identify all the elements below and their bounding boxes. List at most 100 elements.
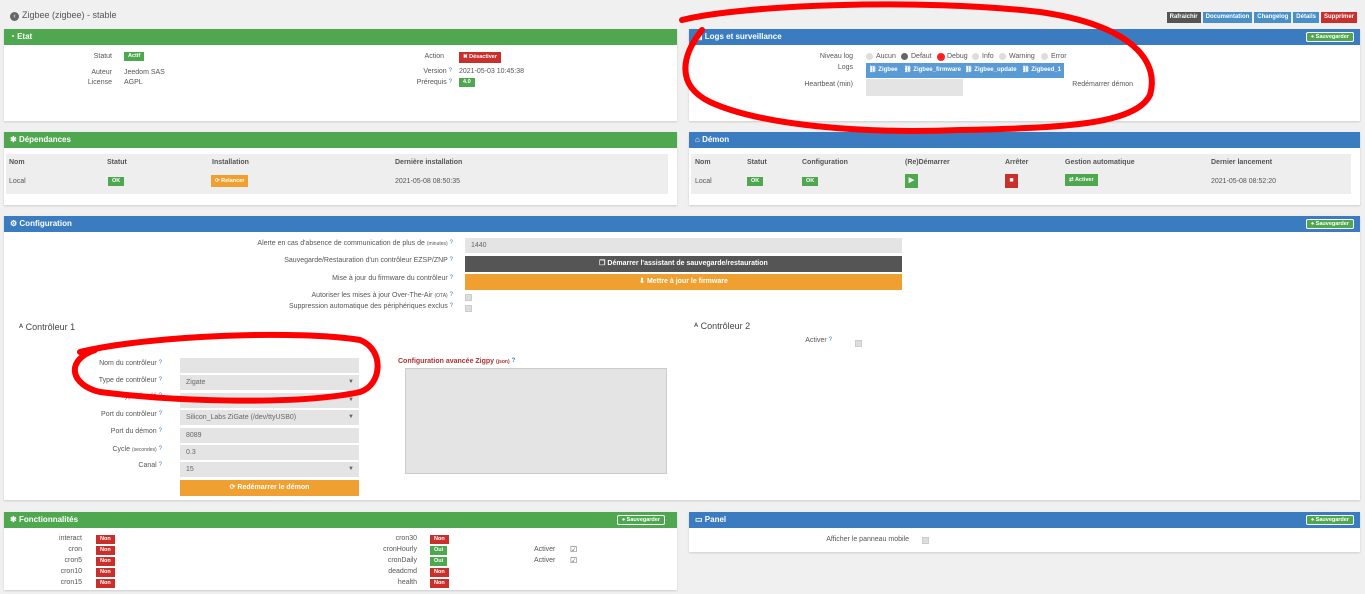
refresh-button[interactable]: Rafraichir [1166, 12, 1201, 23]
cycle-label: Cycle (secondes) ? [112, 446, 163, 453]
dep-status-badge: OK [108, 177, 125, 186]
fonctionnalites-panel: ✱ Fonctionnalités ● Sauvegarder interact… [4, 512, 677, 590]
dependances-header: ✱ Dépendances [4, 132, 677, 148]
delete-button[interactable]: Supprimer [1320, 12, 1357, 23]
prerequis-badge: 4.0 [459, 78, 475, 87]
page-title: ‹ Zigbee (zigbee) - stable [10, 10, 117, 21]
dependances-panel: ✱ Dépendances Nom Statut Installation De… [4, 132, 677, 205]
antenna-icon: ᴬ [19, 322, 24, 332]
heartbeat-input[interactable] [866, 79, 963, 96]
radio-aucun[interactable] [866, 53, 873, 60]
top-toolbar: Rafraichir Documentation Changelog Détai… [1166, 12, 1357, 23]
play-icon[interactable]: ▶ [905, 174, 918, 188]
type-cle-label: Type de clé ? [120, 393, 162, 400]
gestion-activer-button[interactable]: ⇄ Activer [1065, 174, 1098, 186]
canal-label: Canal ? [138, 462, 162, 469]
radio-defaut[interactable] [901, 53, 908, 60]
port-controleur-select[interactable]: Silicon_Labs ZiGate (/dev/ttyUSB0) ▼ [180, 410, 359, 425]
type-cle-select[interactable]: Auto ▼ [180, 393, 359, 408]
log-zigbee-firmware-button[interactable]: ⛓ Zigbee_firmware [901, 63, 964, 78]
statut-label: Statut [93, 53, 112, 60]
etat-header: ◔ Etat [4, 29, 677, 45]
backup-assistant-button[interactable]: ❐ Démarrer l'assistant de sauvegarde/res… [465, 256, 902, 272]
mobile-panel-label: Afficher le panneau mobile [826, 536, 909, 543]
radio-warning[interactable] [999, 53, 1006, 60]
statut-badge: Actif [124, 52, 145, 61]
chevron-down-icon: ▼ [348, 379, 354, 385]
logs-panel: ▤ Logs et surveillance ● Sauvegarder Niv… [689, 29, 1360, 121]
license-label: License [87, 79, 112, 86]
health-badge: Non [430, 579, 449, 588]
nom-controleur-label: Nom du contrôleur ? [99, 360, 162, 367]
license-value: AGPL [124, 79, 143, 86]
back-arrow-icon[interactable]: ‹ [10, 12, 19, 21]
cron30-badge: Non [430, 535, 449, 544]
stop-icon[interactable]: ■ [1005, 174, 1018, 188]
action-label: Action [424, 53, 444, 60]
demon-panel: ⌂ Démon Nom Statut Configuration (Re)Dém… [689, 132, 1360, 205]
cronhourly-badge: Oui [430, 546, 448, 555]
alerte-input[interactable]: 1440 [465, 238, 902, 253]
log-zigbee-update-button[interactable]: ⛓ Zigbee_update [962, 63, 1020, 78]
niveau-log-label: Niveau log [819, 53, 853, 60]
auteur-label: Auteur [91, 69, 112, 76]
type-controleur-select[interactable]: Zigate ▼ [180, 375, 359, 390]
ctrl2-activer-checkbox[interactable] [855, 340, 862, 347]
config-save-button[interactable]: ● Sauvegarder [1305, 219, 1354, 229]
radio-info[interactable] [972, 53, 979, 60]
relancer-button[interactable]: ⟳ Relancer [211, 175, 249, 187]
fonct-save-button[interactable]: ● Sauvegarder [616, 515, 665, 525]
logs-save-button[interactable]: ● Sauvegarder [1305, 32, 1354, 42]
dependances-table [6, 154, 668, 194]
cron10-badge: Non [96, 568, 115, 577]
cronhourly-checkbox[interactable]: ☑ [570, 545, 577, 554]
nom-controleur-input[interactable] [180, 358, 359, 373]
controleur2-title: ᴬ Contrôleur 2 [694, 321, 751, 331]
demon-last-launch: 2021-05-08 08:52:20 [1211, 178, 1276, 185]
cycle-input[interactable]: 0.3 [180, 445, 359, 460]
version-value: 2021-05-03 10:45:38 [459, 68, 524, 75]
controleur1-title: ᴬ Contrôleur 1 [19, 322, 76, 332]
details-button[interactable]: Détails [1293, 12, 1319, 23]
chevron-down-icon: ▼ [348, 466, 354, 472]
firmware-update-button[interactable]: ⬇ Mettre à jour le firmware [465, 274, 902, 290]
panel-save-button[interactable]: ● Sauvegarder [1305, 515, 1354, 525]
auteur-value: Jeedom SAS [124, 69, 165, 76]
crondaily-badge: Oui [430, 557, 448, 566]
fonctionnalites-header: ✱ Fonctionnalités ● Sauvegarder [4, 512, 677, 528]
etat-panel: ◔ Etat Statut Actif Auteur Jeedom SAS Li… [4, 29, 677, 121]
log-zigbeed-button[interactable]: ⛓ Zigbeed_1 [1019, 63, 1064, 78]
configuration-header: ⚙ Configuration ● Sauvegarder [4, 216, 1360, 232]
cron5-badge: Non [96, 557, 115, 566]
zigpy-textarea[interactable] [405, 368, 667, 474]
type-controleur-label: Type de contrôleur ? [98, 377, 162, 384]
interact-badge: Non [96, 535, 115, 544]
cron-badge: Non [96, 546, 115, 555]
demon-header: ⌂ Démon [689, 132, 1360, 148]
restart-daemon-button[interactable]: ⟳ Redémarrer le démon [180, 480, 359, 496]
documentation-button[interactable]: Documentation [1202, 12, 1253, 23]
logs-header: ▤ Logs et surveillance ● Sauvegarder [689, 29, 1360, 45]
chevron-down-icon: ▼ [348, 414, 354, 420]
cron15-badge: Non [96, 579, 115, 588]
port-demon-input[interactable]: 8089 [180, 428, 359, 443]
mobile-panel-checkbox[interactable] [922, 537, 929, 544]
firmware-label: Mise à jour du firmware du contrôleur ? [332, 275, 453, 282]
crondaily-checkbox[interactable]: ☑ [570, 556, 577, 565]
suppression-checkbox[interactable] [465, 305, 472, 312]
prerequis-label: Prérequis ? [416, 79, 452, 86]
version-label: Version ? [423, 68, 452, 75]
changelog-button[interactable]: Changelog [1254, 12, 1292, 23]
log-zigbee-button[interactable]: ⛓ Zigbee [866, 63, 901, 78]
panel-panel: ▭ Panel ● Sauvegarder Afficher le pannea… [689, 512, 1360, 552]
deadcmd-badge: Non [430, 568, 449, 577]
ota-checkbox[interactable] [465, 294, 472, 301]
zigpy-label: Configuration avancée Zigpy (json) ? [398, 358, 516, 365]
radio-error[interactable] [1041, 53, 1048, 60]
help-icon: ? [448, 68, 452, 74]
suppression-label: Suppression automatique des périphérique… [288, 303, 453, 310]
radio-debug[interactable] [937, 53, 945, 61]
desactiver-button[interactable]: ✖ Désactiver [459, 52, 501, 63]
chevron-down-icon: ▼ [348, 397, 354, 403]
canal-select[interactable]: 15 ▼ [180, 462, 359, 477]
